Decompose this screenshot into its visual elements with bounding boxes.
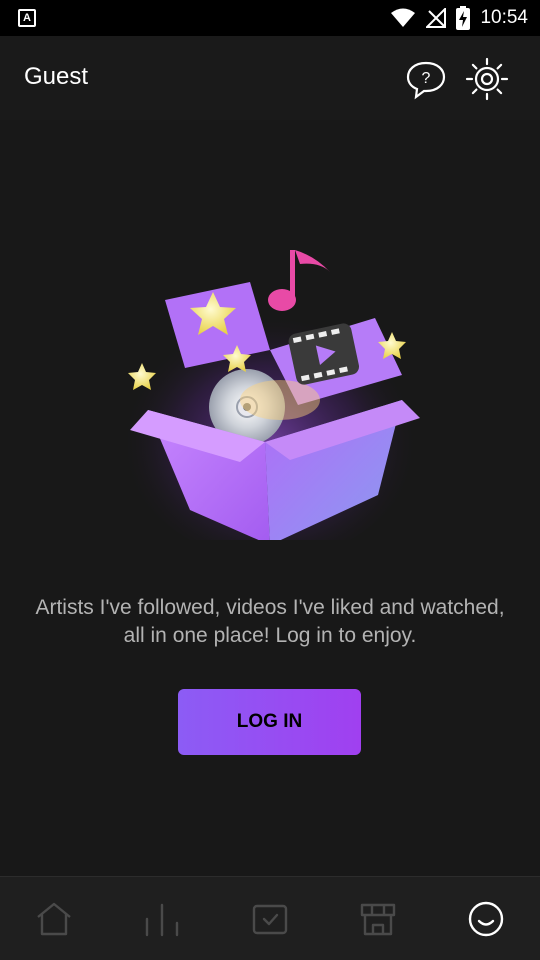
checkbox-icon (252, 904, 288, 935)
status-bar: A 10:54 (0, 0, 540, 36)
gift-box-media-illustration (120, 250, 420, 540)
tab-profile[interactable] (432, 877, 540, 960)
chart-bars-icon (145, 903, 179, 937)
svg-text:?: ? (422, 70, 431, 87)
main-content: Artists I've followed, videos I've liked… (0, 120, 540, 876)
a-letter-text: A (23, 12, 31, 24)
smile-profile-icon (468, 901, 504, 937)
store-icon (360, 903, 396, 936)
bottom-tab-bar (0, 876, 540, 960)
tab-library[interactable] (216, 877, 324, 960)
login-button[interactable]: LOG IN (178, 689, 361, 755)
status-time: 10:54 (480, 7, 528, 28)
page-title: Guest (24, 63, 89, 90)
home-icon (37, 902, 71, 936)
header: Guest ? (0, 36, 540, 120)
tab-store[interactable] (324, 877, 432, 960)
wifi-icon (391, 8, 416, 27)
no-signal-icon (426, 8, 447, 28)
settings-sun-icon (465, 57, 509, 101)
tab-charts[interactable] (108, 877, 216, 960)
help-bubble-icon: ? (406, 61, 446, 100)
login-prompt-message: Artists I've followed, videos I've liked… (35, 596, 505, 647)
settings-button[interactable] (464, 56, 510, 102)
a-letter-icon: A (18, 9, 36, 27)
battery-charging-icon (456, 6, 471, 30)
tab-home[interactable] (0, 877, 108, 960)
status-icons: 10:54 (390, 0, 528, 36)
help-button[interactable]: ? (404, 60, 448, 100)
